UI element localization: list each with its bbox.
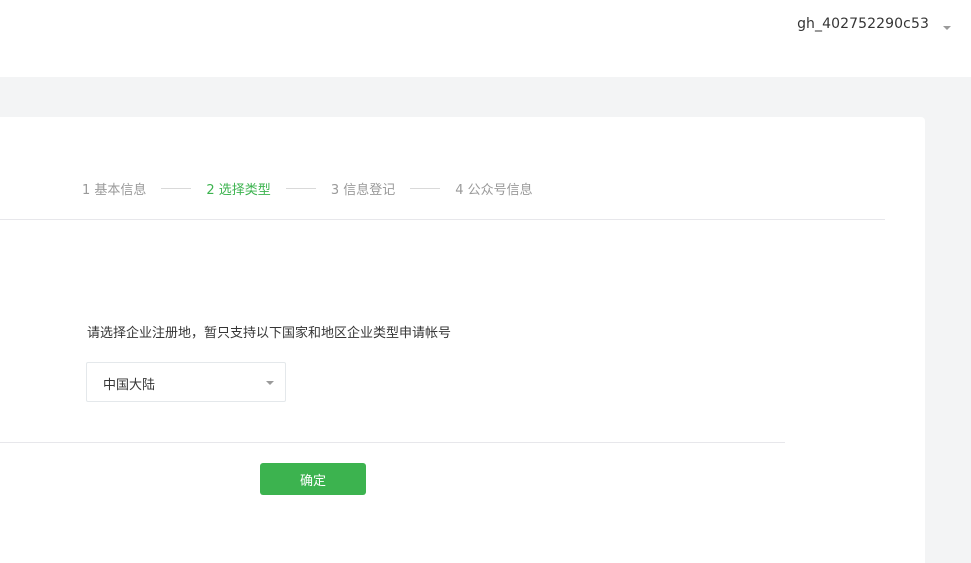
account-menu[interactable]: gh_402752290c53 — [797, 16, 951, 32]
chevron-down-icon[interactable] — [266, 381, 274, 385]
region-hint-text: 请选择企业注册地，暂只支持以下国家和地区企业类型申请帐号 — [87, 326, 452, 341]
region-select[interactable]: 中国大陆 — [86, 362, 286, 402]
divider — [0, 219, 885, 220]
step-select-type: 2 选择类型 — [206, 183, 271, 198]
region-select-value[interactable]: 中国大陆 — [103, 374, 155, 393]
main-card: 1 基本信息 2 选择类型 3 信息登记 4 公众号信息 请选择企业注册地，暂只… — [0, 117, 925, 563]
step-indicator: 1 基本信息 2 选择类型 3 信息登记 4 公众号信息 — [82, 179, 533, 198]
chevron-down-icon[interactable] — [943, 26, 951, 30]
step-connector — [285, 188, 316, 189]
confirm-button[interactable]: 确定 — [260, 463, 366, 495]
step-account-info: 4 公众号信息 — [455, 183, 533, 198]
account-name[interactable]: gh_402752290c53 — [797, 16, 929, 32]
step-connector — [410, 188, 441, 189]
step-basic-info: 1 基本信息 — [82, 183, 147, 198]
divider — [0, 442, 785, 443]
step-connector — [161, 188, 192, 189]
top-bar: gh_402752290c53 — [0, 0, 971, 77]
step-info-registration: 3 信息登记 — [330, 183, 396, 198]
